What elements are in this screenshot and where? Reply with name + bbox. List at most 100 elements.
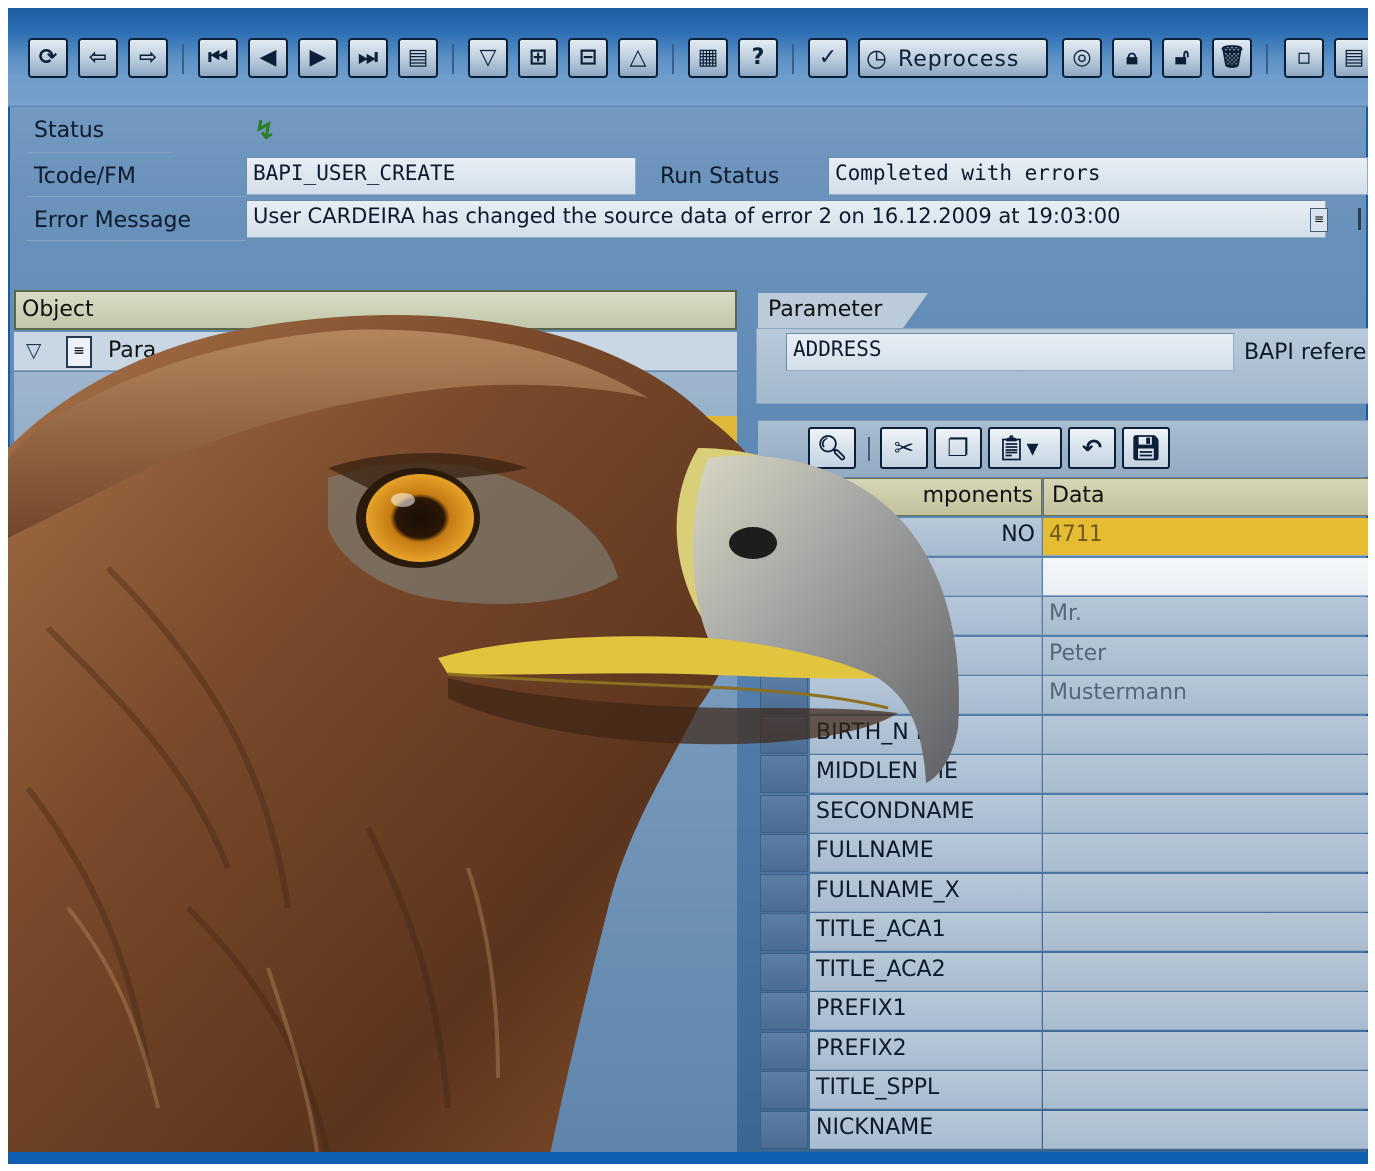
page-icon[interactable]: ▤ [1334, 38, 1368, 78]
window-icon[interactable]: ▫ [1284, 38, 1324, 78]
data-cell[interactable] [1043, 992, 1368, 1030]
tcode-label: Tcode/FM [34, 164, 136, 189]
data-cell[interactable] [1043, 873, 1368, 912]
expand-all-icon[interactable]: ⊞ [518, 38, 558, 78]
collapse-all-icon[interactable]: ⊟ [568, 38, 608, 78]
components-column-header[interactable]: mponents [810, 478, 1042, 516]
data-cell[interactable] [1043, 1110, 1368, 1149]
lock-icon[interactable]: 🔒︎ [1112, 38, 1152, 78]
row-selector[interactable] [760, 873, 808, 912]
data-cell[interactable]: 4711 [1043, 518, 1368, 556]
table-row[interactable]: PREFIX2 [758, 1031, 1368, 1071]
status-label: Status [34, 118, 105, 143]
reprocess-button[interactable]: ◷ Reprocess [858, 38, 1048, 78]
collapse-icon[interactable]: △ [618, 38, 658, 78]
data-cell[interactable] [1043, 952, 1368, 991]
data-cell[interactable]: Mr. [1043, 597, 1368, 635]
copy-icon[interactable]: ❐ [934, 427, 982, 469]
run-status-label: Run Status [660, 164, 780, 189]
table-row[interactable]: PREFIX1 [758, 992, 1368, 1031]
row-selector[interactable] [760, 597, 808, 635]
row-selector[interactable] [760, 794, 808, 833]
table-row[interactable]: FULLNAME [758, 834, 1368, 873]
table-row[interactable] [758, 557, 1368, 597]
table-row[interactable]: NICKNAME [758, 1110, 1368, 1150]
data-cell[interactable] [1043, 715, 1368, 754]
row-selector[interactable] [760, 992, 808, 1030]
data-cell[interactable]: Mustermann [1043, 676, 1368, 714]
data-cell[interactable] [1043, 794, 1368, 833]
row-selector[interactable] [760, 1110, 808, 1149]
document-icon: ≡ [66, 336, 92, 368]
row-selector[interactable] [760, 715, 808, 754]
row-selector[interactable] [760, 952, 808, 991]
label-underline [26, 240, 246, 241]
component-cell: NO [810, 518, 1042, 556]
data-cell[interactable] [1043, 1031, 1368, 1070]
component-cell [810, 557, 1042, 596]
unlock-icon[interactable]: 🔓︎ [1162, 38, 1202, 78]
data-cell[interactable] [1043, 834, 1368, 872]
parameter-tab[interactable]: Parameter [758, 293, 928, 329]
delete-icon[interactable]: 🗑︎ [1212, 38, 1252, 78]
long-text-icon[interactable]: ≡ [1310, 208, 1328, 232]
data-cell[interactable] [1043, 1071, 1368, 1109]
last-page-icon[interactable]: ⏭ [348, 38, 388, 78]
help-icon[interactable]: ? [738, 38, 778, 78]
row-selector[interactable] [760, 1071, 808, 1109]
tcode-field[interactable]: BAPI_USER_CREATE [246, 157, 636, 195]
export-icon[interactable]: ▤ [398, 38, 438, 78]
error-message-label: Error Message [34, 208, 192, 233]
tree-item-label: Para [108, 338, 157, 363]
run-status-field[interactable]: Completed with errors [828, 157, 1368, 195]
row-selector[interactable] [760, 1031, 808, 1070]
data-cell[interactable] [1043, 913, 1368, 951]
data-cell[interactable] [1043, 557, 1368, 596]
first-page-icon[interactable]: ⏮ [198, 38, 238, 78]
tree-row[interactable]: ▽ ≡ Para [14, 332, 737, 371]
table-row[interactable]: TITLE_ACA1 [758, 913, 1368, 952]
object-panel: Object ▽ ≡ Para [14, 290, 737, 1164]
expand-icon[interactable]: ▽ [468, 38, 508, 78]
table-row[interactable]: MIDDLEN ME [758, 755, 1368, 794]
data-cell[interactable]: Peter [1043, 636, 1368, 675]
refresh-icon[interactable]: ⟳ [28, 38, 68, 78]
table-row[interactable]: NO 4711 [758, 518, 1368, 557]
tree-expand-icon[interactable]: ▽ [26, 338, 41, 362]
save-icon[interactable]: 💾︎ [1122, 427, 1170, 469]
table-row[interactable]: Mustermann [758, 676, 1368, 715]
row-selector[interactable] [760, 755, 808, 793]
toolbar-separator [672, 44, 674, 74]
error-message-field[interactable]: User CARDEIRA has changed the source dat… [246, 200, 1326, 238]
row-selector[interactable] [760, 834, 808, 872]
back-doc-icon[interactable]: ⇦ [78, 38, 118, 78]
next-page-icon[interactable]: ▶ [298, 38, 338, 78]
document-list-icon[interactable]: ▦ [688, 38, 728, 78]
cut-icon[interactable]: ✂ [880, 427, 928, 469]
table-row[interactable]: Mr. [758, 597, 1368, 636]
table-row[interactable]: SECONDNAME [758, 794, 1368, 834]
table-row[interactable]: TITLE_SPPL [758, 1071, 1368, 1110]
check-icon[interactable]: ✓ [808, 38, 848, 78]
row-selector[interactable] [760, 676, 808, 714]
row-selector[interactable] [760, 636, 808, 675]
table-row[interactable]: BIRTH_N E [758, 715, 1368, 755]
table-row[interactable]: Peter [758, 636, 1368, 676]
row-selector[interactable] [760, 913, 808, 951]
row-selector[interactable] [760, 518, 808, 556]
details-icon[interactable]: 🔍︎ [808, 427, 856, 469]
target-icon[interactable]: ◎ [1062, 38, 1102, 78]
row-selector[interactable] [760, 557, 808, 596]
reprocess-label: Reprocess [897, 47, 1020, 72]
previous-page-icon[interactable]: ◀ [248, 38, 288, 78]
data-column-header[interactable]: Data [1043, 478, 1368, 516]
label-underline [26, 152, 171, 153]
parameter-field[interactable]: ADDRESS [786, 333, 1234, 371]
paste-icon[interactable]: 📋︎▾ [988, 427, 1062, 469]
component-cell: TITLE_ACA1 [810, 913, 1042, 951]
table-row[interactable]: FULLNAME_X [758, 873, 1368, 913]
forward-doc-icon[interactable]: ⇨ [128, 38, 168, 78]
table-row[interactable]: TITLE_ACA2 [758, 952, 1368, 992]
undo-icon[interactable]: ↶ [1068, 427, 1116, 469]
data-cell[interactable] [1043, 755, 1368, 793]
